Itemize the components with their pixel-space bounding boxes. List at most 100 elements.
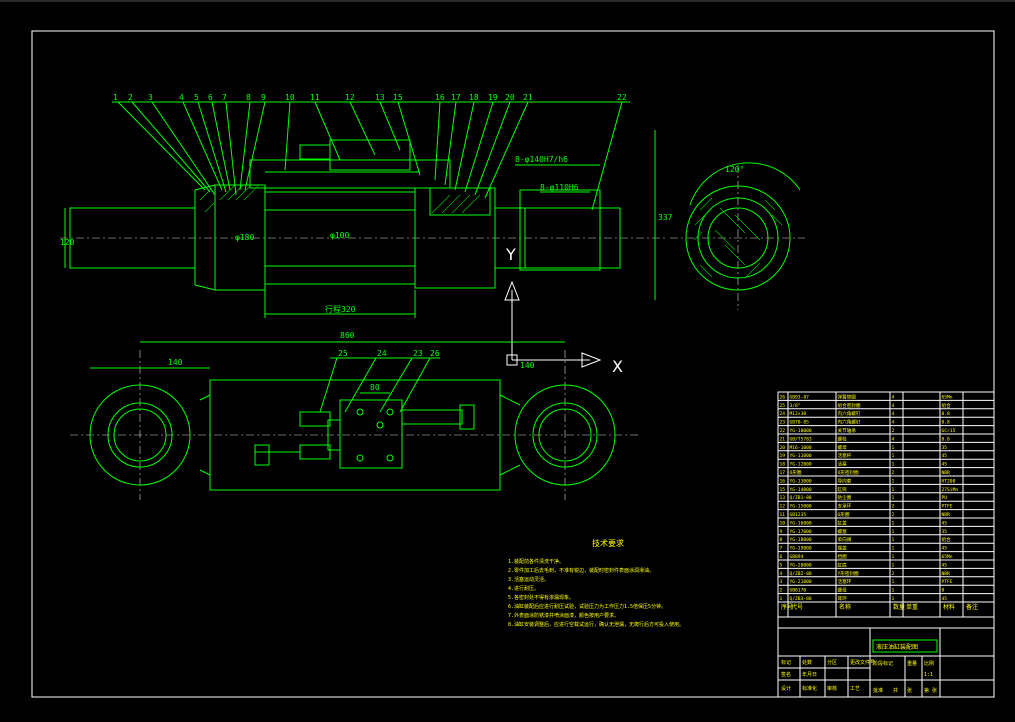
table-cell: 螺栓 — [838, 435, 848, 442]
table-cell: 1 — [892, 596, 895, 602]
tech-line-4: 4.进行耐压。 — [508, 585, 539, 592]
table-cell: YG-18000 — [790, 537, 812, 543]
table-cell: 24 — [780, 411, 786, 417]
table-cell: GB894 — [790, 554, 804, 560]
spline-mid-dim: 8-φ110H6 — [540, 183, 579, 192]
table-cell: 1 — [892, 487, 895, 493]
angle-dim: 120° — [725, 165, 744, 174]
tb-design: 设计 — [781, 685, 791, 692]
table-cell: 导向套 — [838, 477, 852, 484]
left-offset-dim: 140 — [168, 358, 183, 367]
table-cell: 6 — [780, 554, 783, 560]
balloon-6: 6 — [208, 93, 213, 102]
table-cell: 弹簧垫圈 — [838, 393, 857, 400]
tb-approve: 批准 — [873, 687, 883, 694]
table-cell: 缸筒 — [838, 486, 848, 493]
table-cell: 1 — [892, 529, 895, 535]
table-cell: O形密封圈 — [838, 469, 860, 476]
table-cell: Q/ZB2-88 — [790, 571, 812, 577]
table-cell: 组合密封圈 — [838, 402, 861, 409]
table-cell: Q/ZB1-88 — [790, 495, 812, 501]
table-cell: GB1235 — [790, 512, 807, 518]
right-offset-dim: 140 — [520, 361, 535, 370]
table-cell: PU — [942, 495, 948, 501]
table-cell: GB6170 — [790, 588, 807, 594]
balloon-12: 12 — [345, 93, 355, 102]
table-cell: 4 — [892, 403, 895, 409]
table-cell: 活塞 — [838, 461, 848, 468]
balloon-4: 4 — [179, 93, 184, 102]
table-cell: GB70-85 — [790, 420, 810, 426]
tb-nth: 第 — [924, 687, 929, 694]
table-cell: 4 — [780, 571, 783, 577]
table-cell: 螺塞 — [838, 528, 848, 535]
overall-dim: 860 — [340, 331, 355, 340]
table-cell: YG-11000 — [790, 453, 812, 459]
port-spacing-dim: 80 — [370, 383, 380, 392]
table-cell: 1 — [780, 596, 783, 602]
table-cell: M16-1000 — [790, 445, 812, 451]
table-cell: 活塞环 — [838, 578, 852, 585]
table-cell: GB93-87 — [790, 394, 810, 400]
table-cell: 23 — [780, 420, 786, 426]
table-cell: 单向阀 — [838, 536, 852, 543]
table-cell: 20 — [780, 445, 786, 451]
table-cell: YG-13000 — [790, 478, 812, 484]
table-header-cell: 代号 — [791, 603, 803, 611]
table-cell: O形圈 — [838, 511, 850, 518]
title-block: 液压油缸装配图 标记 处数 分区 更改文件号 签名 年月日 设计 标准化 阶段标… — [777, 616, 995, 698]
tech-line-6: 6.油缸装配后应进行耐压试验，试验压力为工作压力1.5倍保压5分钟。 — [508, 603, 666, 610]
table-cell: 1 — [892, 453, 895, 459]
table-cell: 8.8 — [942, 436, 951, 442]
balloon-13: 13 — [375, 93, 385, 102]
tb-label-1: 标记 — [781, 659, 791, 666]
table-cell: NBR — [942, 571, 951, 577]
table-cell: 内六角螺钉 — [838, 410, 861, 417]
table-cell: 支承环 — [838, 503, 852, 510]
table-cell: GB/T5783 — [790, 436, 812, 442]
table-cell: 45 — [942, 520, 948, 526]
table-cell: 缸盖 — [838, 519, 848, 526]
tb-stage: 阶段标记 — [873, 660, 893, 667]
tb-scale-label: 比例 — [924, 660, 934, 667]
tb-sheet-1: 张 — [907, 687, 912, 694]
balloon-numbers: 1 2 3 4 5 6 7 8 9 10 11 12 13 15 16 17 1… — [113, 93, 627, 102]
balloon-19: 19 — [488, 93, 498, 102]
tb-total: 共 — [893, 687, 898, 694]
tech-title: 技术要求 — [592, 538, 624, 548]
table-cell: 1 — [892, 562, 895, 568]
balloon-24: 24 — [377, 349, 387, 358]
table-cell: 组合 — [942, 402, 952, 409]
table-cell: YG-19000 — [790, 546, 812, 552]
balloon-25: 25 — [338, 349, 348, 358]
table-cell: 活塞杆 — [838, 452, 852, 459]
table-cell: 22 — [780, 428, 786, 434]
tb-standard: 标准化 — [802, 685, 817, 692]
tb-weight: 重量 — [907, 660, 917, 667]
table-cell: 挡圈 — [838, 553, 848, 560]
table-cell: 12 — [780, 504, 786, 510]
table-cell: 8.8 — [942, 411, 951, 417]
axis-y-label: Y — [505, 245, 516, 264]
balloon-17: 17 — [451, 93, 461, 102]
table-cell: 缸底 — [838, 561, 848, 568]
table-cell: 关节轴承 — [838, 427, 857, 434]
table-cell: YG-17000 — [790, 529, 812, 535]
elevation-view: 860 140 140 80 25 24 23 26 — [70, 331, 640, 500]
table-cell: 13 — [780, 495, 786, 501]
table-cell: 4 — [892, 394, 895, 400]
drawing-title: 液压油缸装配图 — [876, 643, 918, 651]
tube-od-dim: φ180 — [235, 233, 254, 242]
balloon-18: 18 — [469, 93, 479, 102]
table-cell: 9 — [780, 529, 783, 535]
table-cell: 8.8 — [942, 420, 951, 426]
height-dim: 337 — [658, 213, 673, 222]
table-cell: 45 — [942, 562, 948, 568]
table-cell: 螺母 — [838, 444, 848, 451]
table-cell: 35 — [942, 529, 948, 535]
table-cell: 11 — [780, 512, 786, 518]
section-view: 行程320 337 120 φ100 φ180 8-φ140H7/h6 8-φ1… — [60, 130, 673, 318]
table-cell: 8 — [942, 588, 945, 594]
table-cell: 2 — [892, 428, 895, 434]
tb-label-4: 更改文件号 — [850, 659, 875, 666]
